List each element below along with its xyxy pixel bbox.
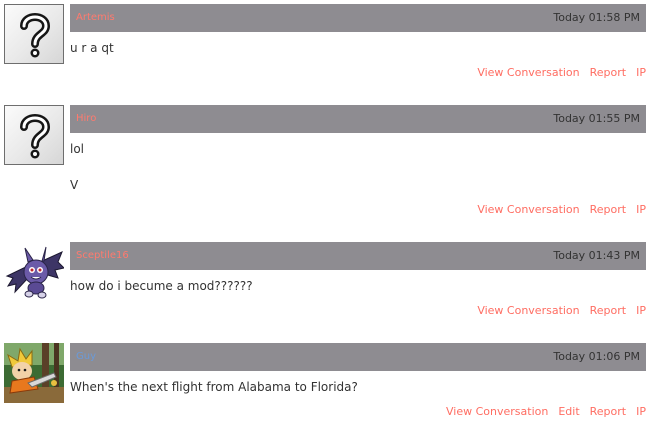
message-actions: View Conversation Report IP: [467, 203, 646, 216]
timestamp: Today 01:06 PM: [553, 350, 640, 363]
view-conversation-link[interactable]: View Conversation: [477, 203, 579, 216]
avatar[interactable]: [4, 4, 64, 64]
message-header: Sceptile16 Today 01:43 PM: [70, 242, 646, 270]
message-actions: View Conversation Edit Report IP: [436, 405, 646, 418]
avatar[interactable]: [4, 343, 64, 403]
message-actions: View Conversation Report IP: [467, 304, 646, 317]
question-mark-icon: [20, 13, 51, 58]
ip-link[interactable]: IP: [636, 66, 646, 79]
ip-link[interactable]: IP: [636, 405, 646, 418]
message-actions: View Conversation Report IP: [467, 66, 646, 79]
message-text: u r a qt: [70, 41, 114, 55]
view-conversation-link[interactable]: View Conversation: [477, 66, 579, 79]
avatar[interactable]: [4, 242, 64, 302]
message-text: V: [70, 178, 79, 192]
message-header: Hiro Today 01:55 PM: [70, 105, 646, 133]
ip-link[interactable]: IP: [636, 203, 646, 216]
report-link[interactable]: Report: [590, 66, 626, 79]
username-link[interactable]: Artemis: [76, 12, 115, 23]
question-mark-icon: [20, 114, 51, 159]
edit-link[interactable]: Edit: [558, 405, 579, 418]
message-text: When's the next flight from Alabama to F…: [70, 380, 358, 394]
report-link[interactable]: Report: [590, 203, 626, 216]
username-link[interactable]: Guy: [76, 351, 96, 362]
timestamp: Today 01:55 PM: [553, 112, 640, 125]
username-link[interactable]: Hiro: [76, 113, 96, 124]
message-header: Guy Today 01:06 PM: [70, 343, 646, 371]
forest-character-avatar: [4, 343, 64, 403]
username-link[interactable]: Sceptile16: [76, 250, 129, 261]
message-text: how do i becume a mod??????: [70, 279, 253, 293]
report-link[interactable]: Report: [590, 405, 626, 418]
message-text: lol: [70, 142, 85, 156]
ip-link[interactable]: IP: [636, 304, 646, 317]
avatar[interactable]: [4, 105, 64, 165]
view-conversation-link[interactable]: View Conversation: [477, 304, 579, 317]
report-link[interactable]: Report: [590, 304, 626, 317]
purple-bat-creature-avatar: [5, 246, 64, 299]
view-conversation-link[interactable]: View Conversation: [446, 405, 548, 418]
timestamp: Today 01:43 PM: [553, 249, 640, 262]
timestamp: Today 01:58 PM: [553, 11, 640, 24]
message-header: Artemis Today 01:58 PM: [70, 4, 646, 32]
